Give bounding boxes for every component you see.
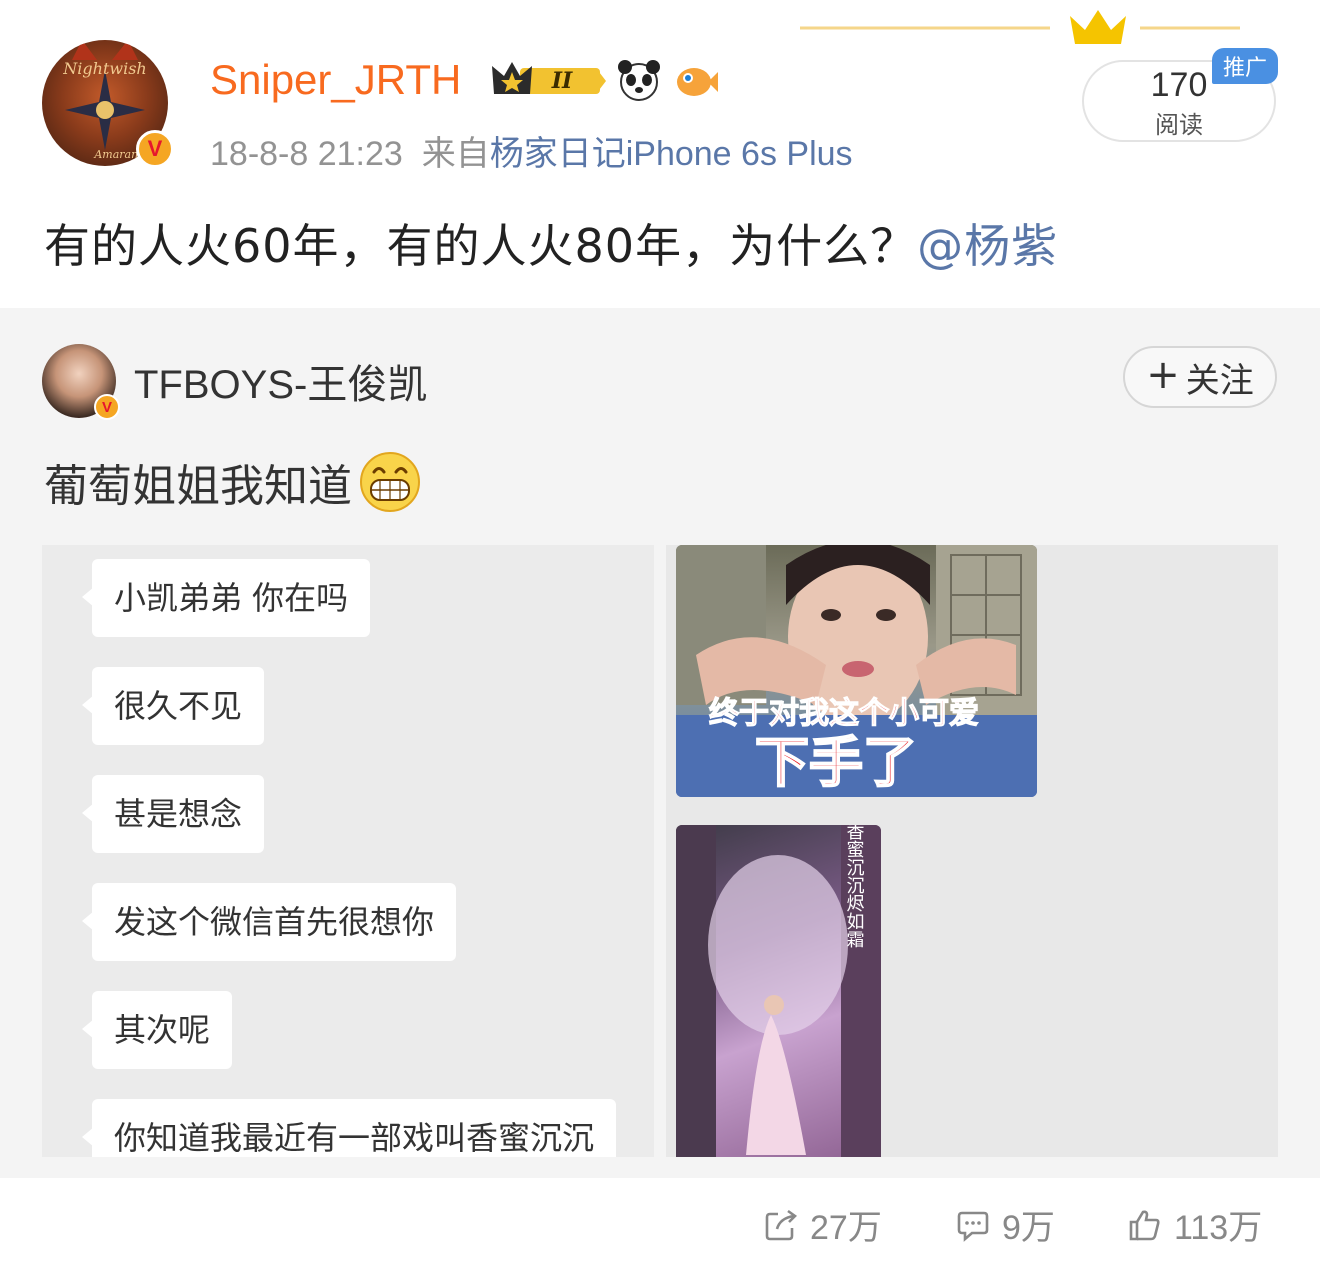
selfie-photo: 终于对我这个小可爱 下手了 — [676, 545, 1037, 797]
user-badges: II — [490, 58, 718, 104]
thumbs-up-icon — [1129, 1210, 1160, 1240]
repost-user-avatar[interactable]: V — [42, 344, 120, 420]
like-count: 113万 — [1174, 1209, 1263, 1247]
read-label: 阅读 — [1155, 111, 1203, 139]
like-button[interactable]: 113万 — [1128, 1200, 1262, 1249]
user-avatar[interactable]: Nightwish Amaranth V — [42, 40, 174, 168]
post-text: 有的人火60年，有的人火80年，为什么？@杨紫 — [44, 210, 1058, 276]
drama-poster-photo: 香蜜沉沉烬如霜 — [676, 825, 881, 1157]
mention-link[interactable]: @杨紫 — [917, 219, 1058, 273]
fish-icon — [677, 68, 718, 96]
chat-screenshot-image[interactable]: 小凯弟弟 你在吗 很久不见 甚是想念 发这个微信首先很想你 其次呢 你知道我最近… — [42, 545, 654, 1157]
chat-bubble: 甚是想念 — [81, 775, 265, 853]
svg-text:下手了: 下手了 — [755, 731, 917, 794]
promo-tag: 推广 — [1212, 48, 1278, 84]
verified-badge-icon: V — [94, 394, 120, 420]
post-meta: 18-8-8 21:23 来自杨家日记iPhone 6s Plus — [210, 126, 853, 175]
follow-button[interactable]: + 关注 — [1123, 346, 1277, 408]
action-bar: 27万 9万 113万 — [0, 1200, 1320, 1250]
post-username[interactable]: Sniper_JRTH — [210, 56, 461, 104]
selfie-photo-art-icon: 终于对我这个小可爱 下手了 — [676, 545, 1037, 797]
share-count: 27万 — [810, 1209, 882, 1247]
source-prefix: 来自 — [421, 135, 490, 173]
chat-bubble: 其次呢 — [81, 991, 233, 1069]
comment-count: 9万 — [1002, 1209, 1055, 1247]
post-source-link[interactable]: 杨家日记iPhone 6s Plus — [490, 135, 853, 173]
poster-art-icon: 香蜜沉沉烬如霜 — [676, 825, 881, 1157]
repost-username[interactable]: TFBOYS-王俊凯 — [134, 352, 427, 410]
share-icon — [765, 1209, 798, 1240]
post-timestamp: 18-8-8 21:23 — [210, 135, 403, 173]
vip-level-badge-icon[interactable]: II — [490, 58, 606, 104]
chat-bubble: 很久不见 — [81, 667, 265, 745]
grin-emoji-icon — [360, 452, 420, 512]
repost-card[interactable]: V TFBOYS-王俊凯 + 关注 葡萄姐姐我知道 小凯弟弟 你在吗 很久不见 … — [0, 308, 1320, 1178]
repost-body: 葡萄姐姐我知道 — [44, 461, 352, 512]
repost-text: 葡萄姐姐我知道 — [44, 450, 422, 514]
share-button[interactable]: 27万 — [764, 1200, 882, 1249]
chat-bubble: 发这个微信首先很想你 — [81, 883, 457, 961]
verified-badge-icon: V — [136, 130, 174, 168]
follow-label: 关注 — [1185, 360, 1254, 401]
chat-bubble: 小凯弟弟 你在吗 — [81, 559, 371, 637]
photo-collage-image[interactable]: 终于对我这个小可爱 下手了 香蜜沉沉烬如霜 — [666, 545, 1278, 1157]
plus-icon: + — [1146, 352, 1180, 398]
crown-decoration-icon — [800, 10, 1240, 44]
post-body: 有的人火60年，有的人火80年，为什么？ — [44, 219, 918, 273]
panda-icon — [618, 60, 660, 101]
svg-text:香蜜沉沉烬如霜: 香蜜沉沉烬如霜 — [844, 825, 865, 948]
comment-icon — [957, 1211, 989, 1242]
svg-text:终于对我这个小可爱: 终于对我这个小可爱 — [709, 696, 979, 731]
comment-button[interactable]: 9万 — [956, 1200, 1055, 1249]
svg-text:Nightwish: Nightwish — [62, 59, 146, 78]
svg-text:II: II — [551, 68, 573, 94]
chat-bubble: 你知道我最近有一部戏叫香蜜沉沉 — [81, 1099, 617, 1157]
